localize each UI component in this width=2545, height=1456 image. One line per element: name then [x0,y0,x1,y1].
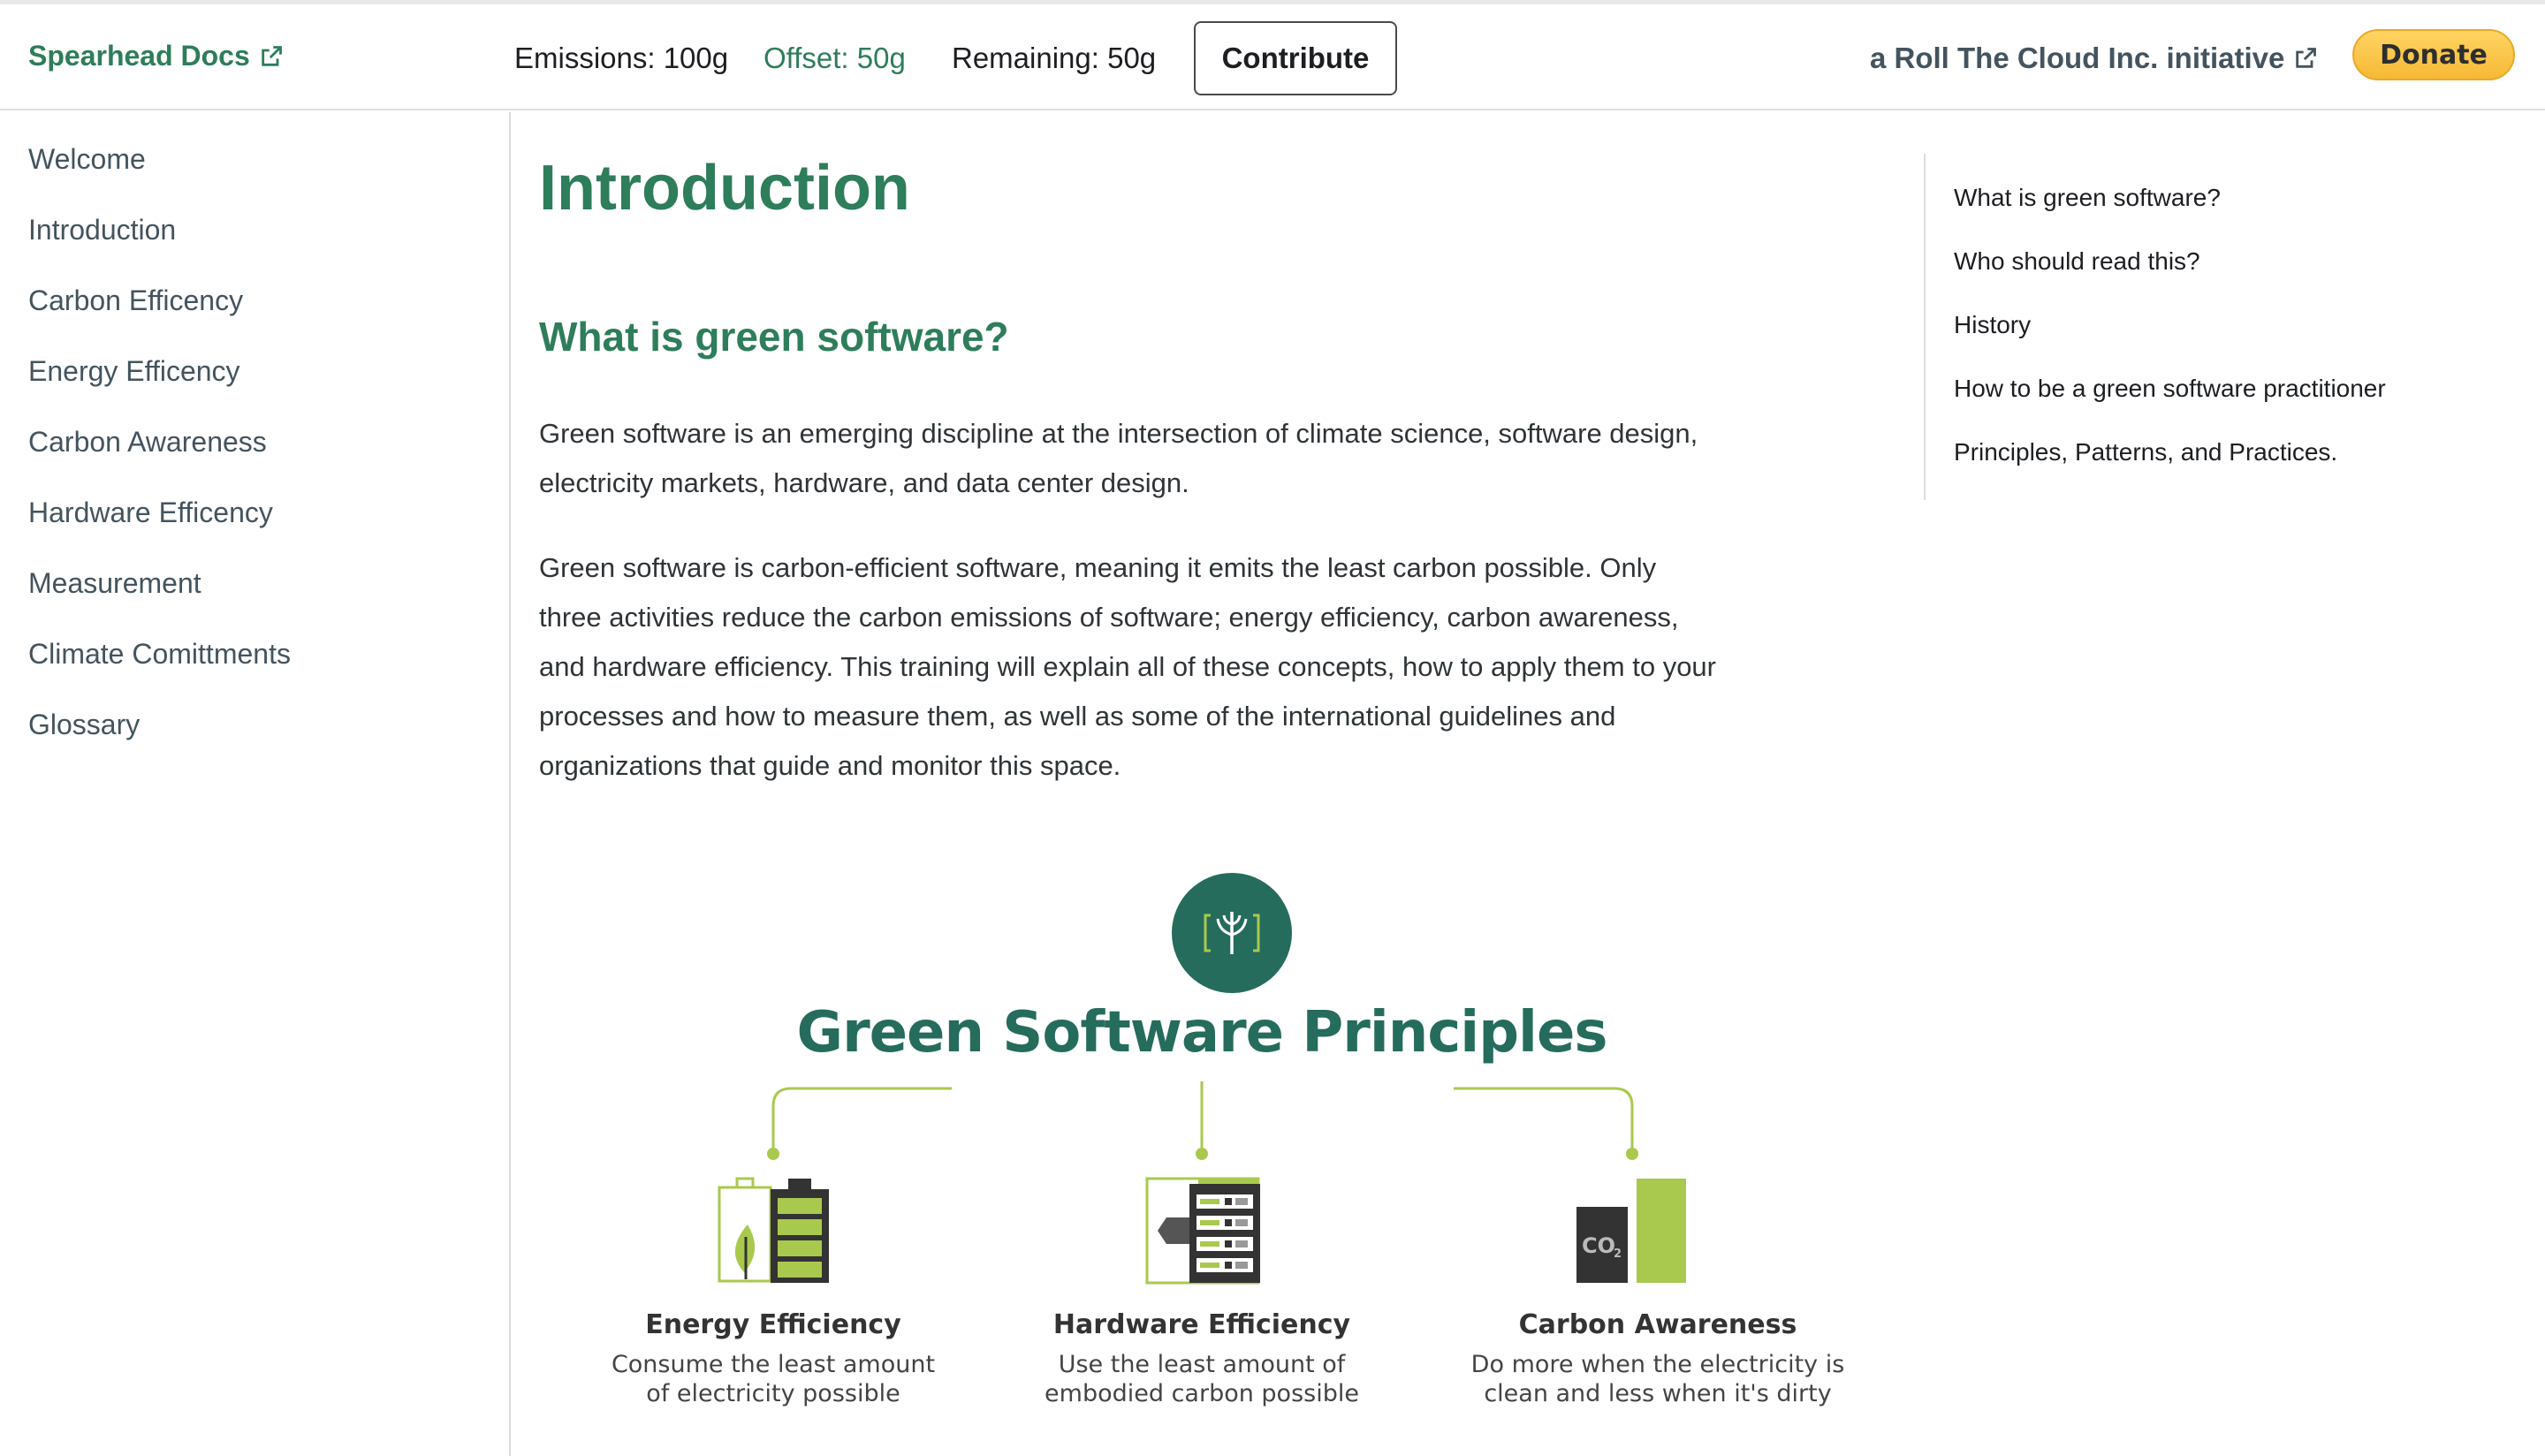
sidebar-item-introduction[interactable]: Introduction [28,214,176,246]
offset-stat: Offset: 50g [764,42,906,74]
brand-link[interactable]: Spearhead Docs [28,40,284,72]
principle-title: Energy Efficiency [645,1309,901,1340]
connector-lines [767,1081,1638,1160]
donate-button[interactable]: Donate [2352,29,2515,80]
toc-item-history[interactable]: History [1954,311,2031,339]
principle-description: Do more when the electricity is clean an… [1455,1350,1861,1408]
description-line: Consume the least amount [611,1351,936,1378]
description-line: Use the least amount of [1058,1351,1346,1378]
toc-item-practitioner[interactable]: How to be a green software practitioner [1954,375,2386,403]
co2-label: CO [1582,1233,1616,1258]
initiative-link[interactable]: a Roll The Cloud Inc. initiative [1870,42,2318,75]
co2-subscript: 2 [1614,1247,1622,1261]
principle-description: Use the least amount of embodied carbon … [1016,1350,1387,1408]
table-of-contents: What is green software? Who should read … [1924,154,2525,500]
clean-energy-bar [1637,1179,1686,1283]
description-line: embodied carbon possible [1045,1380,1359,1407]
sidebar-item-glossary[interactable]: Glossary [28,709,140,741]
brand-label: Spearhead Docs [28,40,250,72]
external-link-icon [2296,48,2317,68]
sidebar-item-measurement[interactable]: Measurement [28,567,201,600]
toc-item-principles[interactable]: Principles, Patterns, and Practices. [1954,438,2337,466]
green-software-principles-infographic: Green Software Principles CO 2 Energy Ef… [612,866,1873,1431]
sidebar: Welcome Introduction Carbon Efficency En… [0,112,511,1456]
sidebar-item-welcome[interactable]: Welcome [28,143,146,176]
emissions-stat: Emissions: 100g [514,42,729,74]
remaining-stat: Remaining: 50g [952,42,1157,74]
external-link-icon [262,45,282,66]
infographic-title: Green Software Principles [796,1000,1608,1065]
toc-item-what-is-green-software[interactable]: What is green software? [1954,184,2221,212]
sidebar-item-carbon-awareness[interactable]: Carbon Awareness [28,426,267,459]
section-heading: What is green software? [539,314,1009,360]
initiative-label: a Roll The Cloud Inc. initiative [1870,42,2285,74]
principle-title: Carbon Awareness [1518,1309,1797,1340]
sidebar-item-carbon-efficency[interactable]: Carbon Efficency [28,284,243,317]
paragraph: Green software is carbon-efficient softw… [539,552,1717,781]
page-title: Introduction [539,153,910,224]
tree-logo-icon [1172,873,1292,993]
battery-leaf-icon [718,1177,829,1283]
server-hardware-icon [1145,1177,1260,1285]
paragraph: Green software is an emerging discipline… [539,418,1698,498]
sidebar-item-hardware-efficency[interactable]: Hardware Efficency [28,497,273,529]
sidebar-item-climate-comittments[interactable]: Climate Comittments [28,638,291,671]
sidebar-item-energy-efficency[interactable]: Energy Efficency [28,355,240,388]
co2-bar-icon: CO 2 [1576,1177,1688,1285]
description-line: of electricity possible [646,1380,900,1407]
contribute-button[interactable]: Contribute [1194,21,1397,95]
principle-description: Consume the least amount of electricity … [588,1350,959,1408]
navbar: Spearhead Docs Emissions: 100g Offset: 5… [0,4,2545,110]
description-line: Do more when the electricity is [1470,1351,1845,1378]
toc-item-who-should-read[interactable]: Who should read this? [1954,247,2200,276]
description-line: clean and less when it's dirty [1484,1380,1832,1407]
principle-title: Hardware Efficiency [1052,1309,1351,1340]
